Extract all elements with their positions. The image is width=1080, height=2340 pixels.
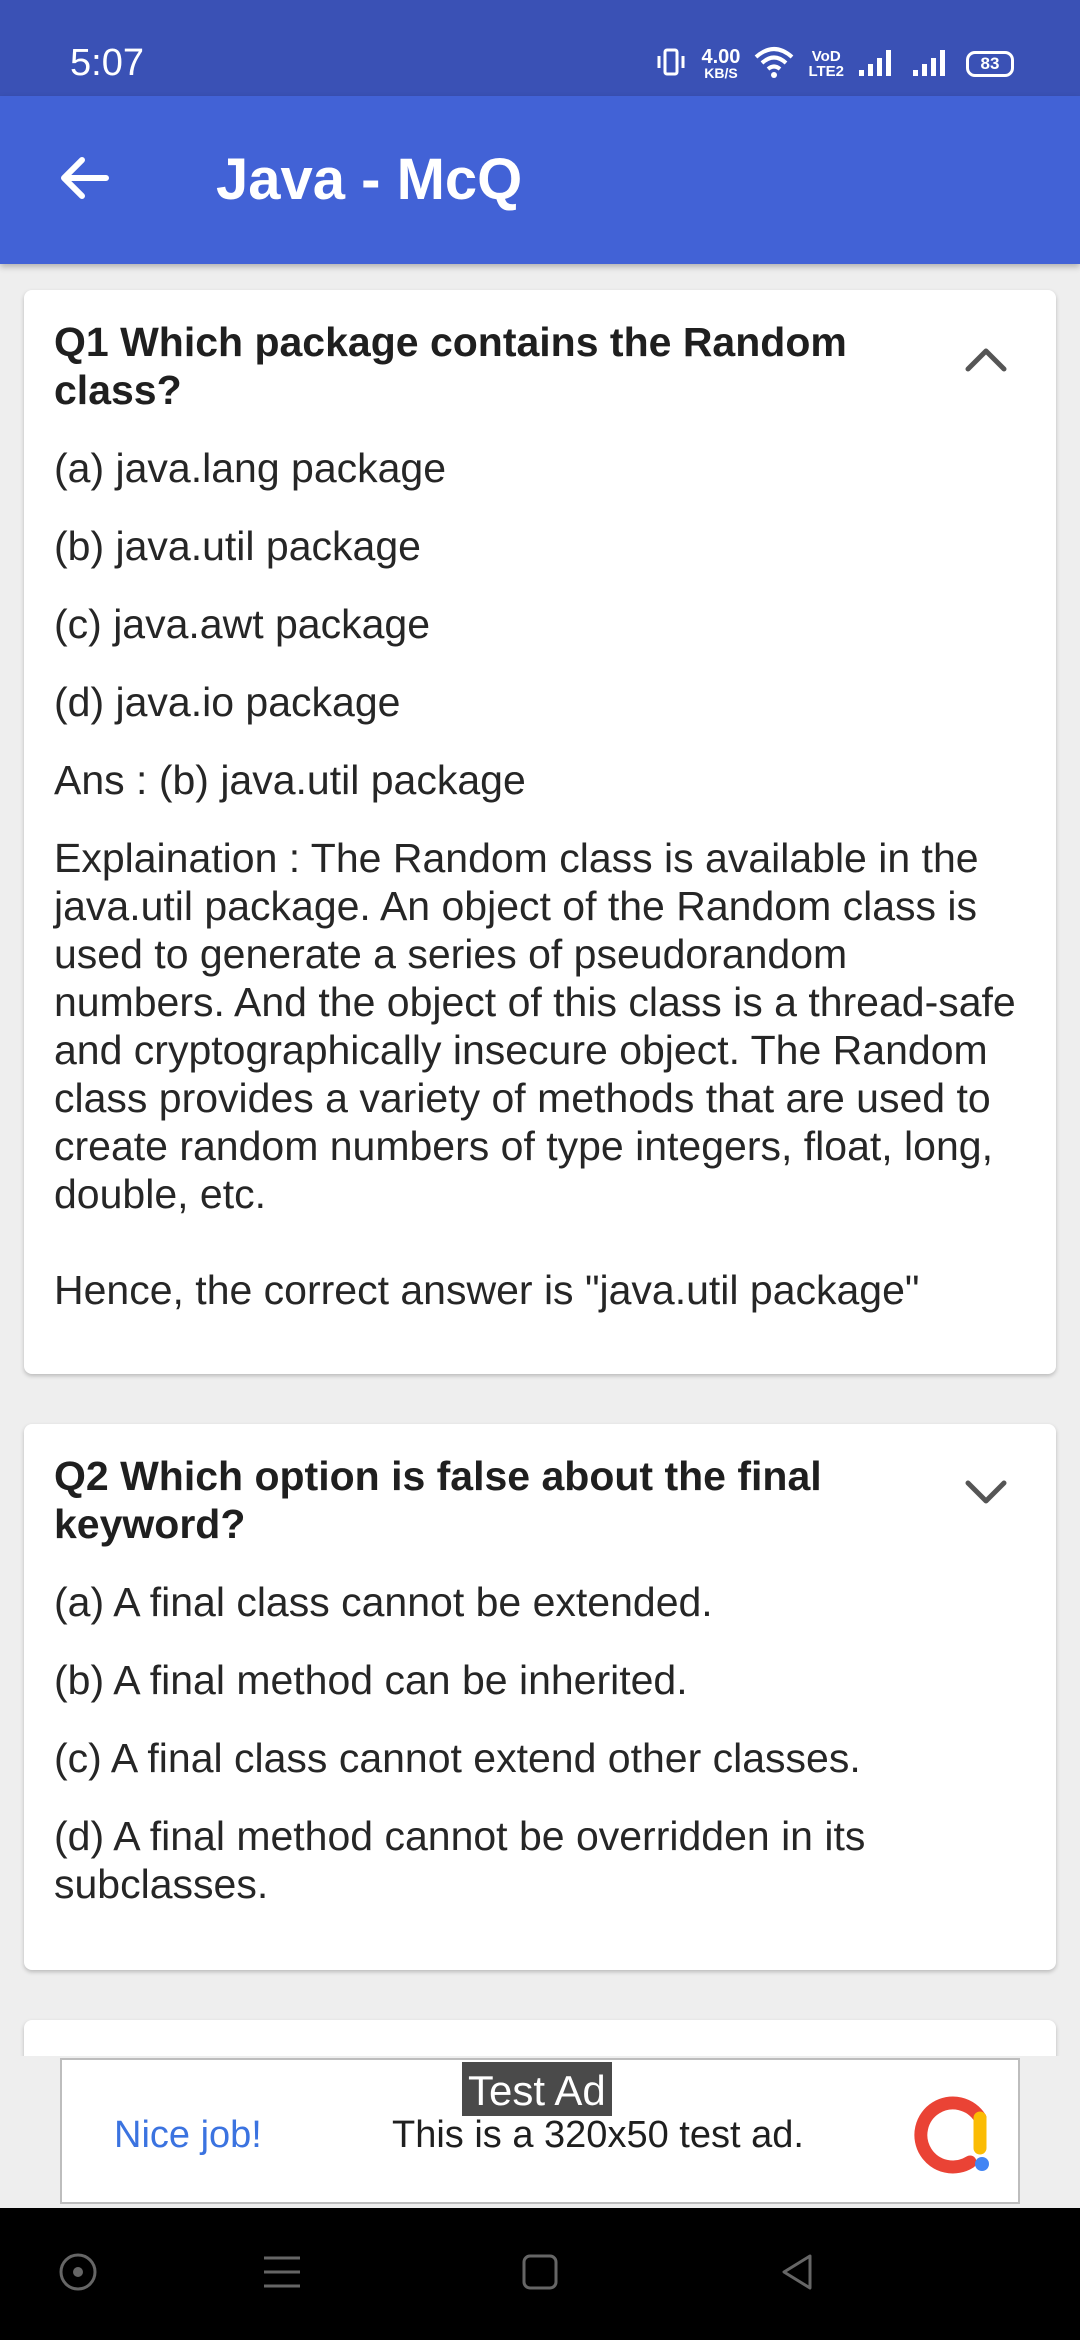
question-card-2: Q2 Which option is false about the final… xyxy=(24,1424,1056,1970)
chevron-up-icon[interactable] xyxy=(956,328,1016,388)
app-bar: Java - McQ xyxy=(0,96,1080,264)
back-button[interactable] xyxy=(44,140,124,220)
conclusion-text: Hence, the correct answer is "java.util … xyxy=(54,1267,920,1313)
option-a: (a) A final class cannot be extended. xyxy=(54,1579,713,1625)
status-bar: 5:07 4.00 KB/S VoD LTE2 83 xyxy=(0,0,1080,96)
chevron-down-icon[interactable] xyxy=(956,1462,1016,1522)
ad-headline[interactable]: Nice job! xyxy=(114,2112,262,2158)
network-speed: 4.00 KB/S xyxy=(701,46,741,81)
navigation-bar xyxy=(0,2208,1080,2340)
signal-icon-2 xyxy=(912,46,952,83)
explanation-text: Explaination : The Random class is avail… xyxy=(54,835,1016,1217)
question-title: Q2 Which option is false about the final… xyxy=(54,1453,822,1547)
option-d: (d) A final method cannot be overridden … xyxy=(54,1813,866,1907)
assistant-button[interactable] xyxy=(48,2244,108,2304)
menu-button[interactable] xyxy=(252,2244,312,2304)
question-list[interactable]: Q1 Which package contains the Random cla… xyxy=(0,264,1080,2056)
status-time: 5:07 xyxy=(70,42,144,84)
explanation: Explaination : The Random class is avail… xyxy=(54,834,1026,1314)
question-card-3[interactable] xyxy=(24,2020,1056,2056)
arrow-left-icon xyxy=(56,150,112,211)
back-nav-button[interactable] xyxy=(766,2244,826,2304)
wifi-icon xyxy=(754,45,794,84)
question-header-2[interactable]: Q2 Which option is false about the final… xyxy=(54,1452,1026,1548)
option-d: (d) java.io package xyxy=(54,679,401,725)
ad-logo-icon xyxy=(910,2088,996,2174)
question-header-1[interactable]: Q1 Which package contains the Random cla… xyxy=(54,318,1026,414)
menu-icon xyxy=(260,2252,304,2297)
square-icon xyxy=(518,2250,562,2299)
volte-bottom: LTE2 xyxy=(808,63,844,80)
volte-top: VoD xyxy=(811,48,841,65)
status-icons: 4.00 KB/S VoD LTE2 83 xyxy=(654,44,1014,84)
answer-text: Ans : (b) java.util package xyxy=(54,757,526,803)
network-speed-unit: KB/S xyxy=(704,65,738,81)
option-a: (a) java.lang package xyxy=(54,445,447,491)
question-title: Q1 Which package contains the Random cla… xyxy=(54,319,847,413)
battery-icon: 83 xyxy=(966,51,1014,77)
option-b: (b) A final method can be inherited. xyxy=(54,1657,688,1703)
home-button[interactable] xyxy=(510,2244,570,2304)
signal-icon xyxy=(858,46,898,83)
circle-dot-icon xyxy=(56,2250,100,2299)
question-card-1: Q1 Which package contains the Random cla… xyxy=(24,290,1056,1374)
option-c: (c) A final class cannot extend other cl… xyxy=(54,1735,861,1781)
volte-indicator: VoD LTE2 xyxy=(808,49,844,79)
network-speed-value: 4.00 xyxy=(701,46,741,68)
triangle-back-icon xyxy=(774,2250,818,2299)
test-ad-badge: Test Ad xyxy=(460,2060,614,2118)
page-title: Java - McQ xyxy=(216,147,523,212)
option-c: (c) java.awt package xyxy=(54,601,431,647)
vibrate-icon xyxy=(654,45,688,84)
option-b: (b) java.util package xyxy=(54,523,421,569)
